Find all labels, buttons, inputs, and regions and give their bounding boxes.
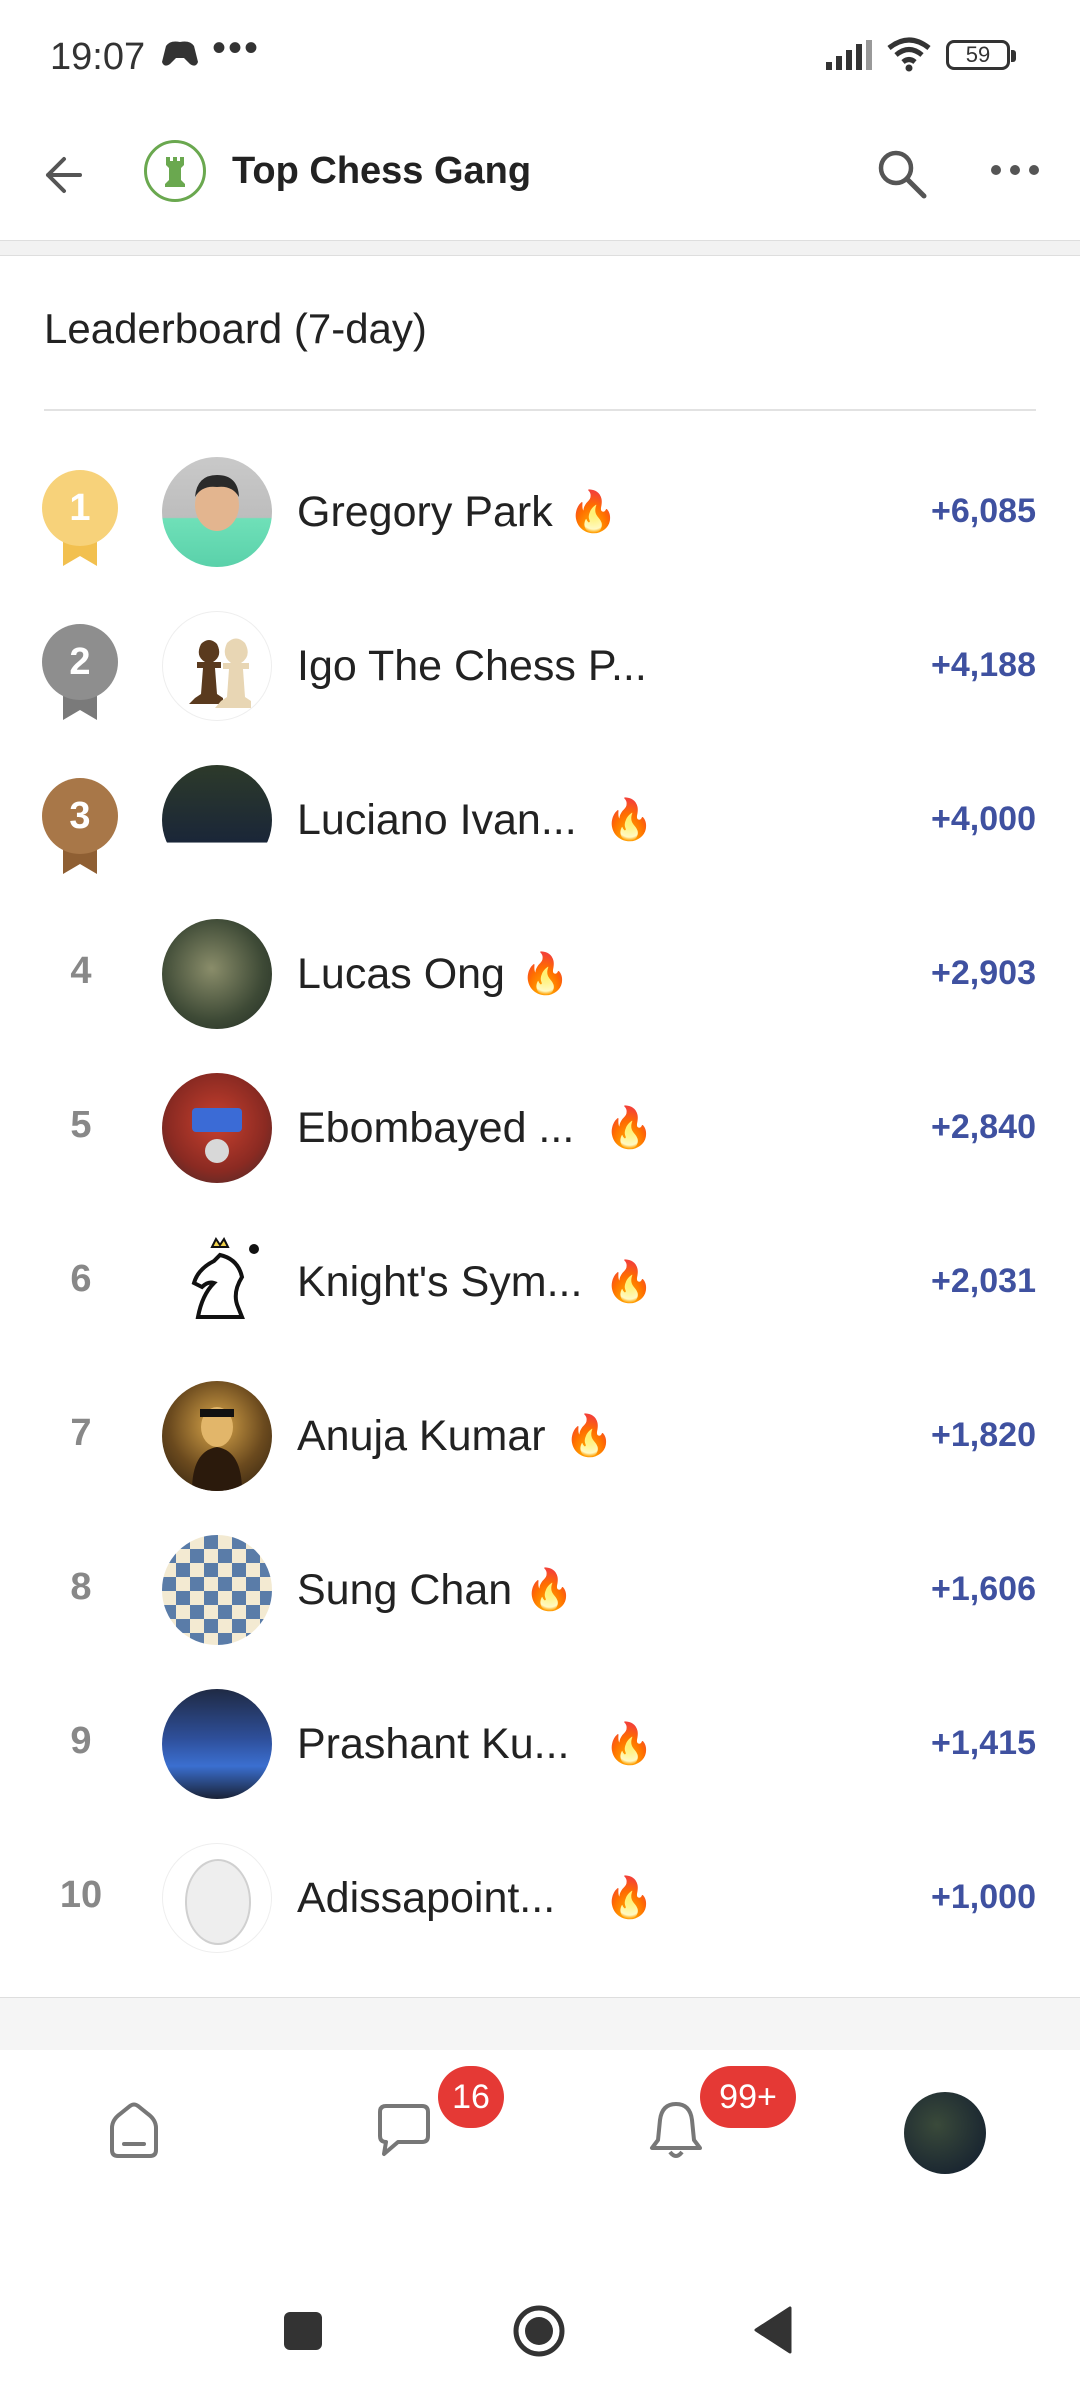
avatar[interactable]	[162, 1689, 272, 1799]
rank-number: 1	[42, 470, 118, 546]
rank-number: 5	[70, 1104, 92, 1146]
player-points: +2,903	[931, 954, 1036, 992]
gold-medal-icon: 1	[42, 470, 118, 566]
rank-number: 8	[70, 1566, 92, 1608]
wifi-icon	[887, 37, 931, 72]
player-name[interactable]: Igo The Chess P...	[297, 642, 647, 691]
leaderboard-row[interactable]: 4 Lucas Ong 🔥 +2,903	[0, 902, 1080, 1056]
rank-number: 6	[70, 1258, 92, 1300]
player-name[interactable]: Lucas Ong	[297, 950, 505, 999]
player-name[interactable]: Gregory Park	[297, 488, 553, 537]
avatar[interactable]	[162, 1227, 272, 1337]
status-more-dots: •••	[212, 26, 261, 70]
leaderboard-title: Leaderboard (7-day)	[44, 305, 427, 352]
player-points: +1,000	[931, 1878, 1036, 1916]
leaderboard-row[interactable]: 5 Ebombayed ... 🔥 +2,840	[0, 1056, 1080, 1210]
leaderboard-row[interactable]: 1 Gregory Park 🔥 +6,085	[0, 440, 1080, 594]
avatar[interactable]	[162, 1843, 272, 1953]
fire-streak-icon: 🔥	[604, 798, 654, 842]
leaderboard-list: 1 Gregory Park 🔥 +6,085 2 Igo The Chess …	[0, 440, 1080, 1980]
rank-number: 7	[70, 1412, 92, 1454]
leaderboard-row[interactable]: 10 Adissapoint... 🔥 +1,000	[0, 1826, 1080, 1980]
player-name[interactable]: Ebombayed ...	[297, 1104, 574, 1153]
back-arrow-icon[interactable]	[40, 145, 100, 205]
chess-rook-logo-icon	[165, 157, 185, 187]
status-time: 19:07	[50, 36, 146, 78]
player-name[interactable]: Anuja Kumar	[297, 1412, 546, 1461]
more-icon[interactable]	[990, 162, 1040, 178]
fire-streak-icon: 🔥	[604, 1722, 654, 1766]
bottom-nav: 16 99+	[0, 2050, 1080, 2250]
bronze-medal-icon: 3	[42, 778, 118, 874]
leaderboard-row[interactable]: 7 Anuja Kumar 🔥 +1,820	[0, 1364, 1080, 1518]
player-name[interactable]: Prashant Ku...	[297, 1720, 570, 1769]
status-bar: 19:07 ••• 59	[0, 0, 1080, 110]
player-points: +2,031	[931, 1262, 1036, 1300]
search-icon[interactable]	[874, 146, 930, 202]
chat-icon[interactable]	[372, 2102, 436, 2162]
player-name[interactable]: Sung Chan	[297, 1566, 512, 1615]
group-avatar[interactable]	[144, 140, 206, 202]
avatar[interactable]	[162, 919, 272, 1029]
player-points: +1,606	[931, 1570, 1036, 1608]
profile-avatar[interactable]	[904, 2092, 986, 2174]
avatar[interactable]	[162, 1073, 272, 1183]
home-icon[interactable]	[104, 2102, 164, 2162]
fire-streak-icon: 🔥	[604, 1260, 654, 1304]
player-points: +1,415	[931, 1724, 1036, 1762]
header-divider	[0, 240, 1080, 256]
battery-icon: 59	[946, 40, 1016, 70]
leaderboard-row[interactable]: 6 Knight's Sym... 🔥 +2,031	[0, 1210, 1080, 1364]
silver-medal-icon: 2	[42, 624, 118, 720]
fire-streak-icon: 🔥	[604, 1876, 654, 1920]
list-footer-divider	[0, 1997, 1080, 2051]
chat-badge: 16	[438, 2066, 504, 2128]
rank-number: 4	[70, 950, 92, 992]
signal-icon	[826, 40, 872, 70]
player-points: +4,188	[931, 646, 1036, 684]
avatar[interactable]	[162, 1535, 272, 1645]
notifications-badge: 99+	[700, 2066, 796, 2128]
avatar[interactable]	[162, 1381, 272, 1491]
fire-streak-icon: 🔥	[520, 952, 570, 996]
app-bar: Top Chess Gang	[0, 110, 1080, 240]
fire-streak-icon: 🔥	[604, 1106, 654, 1150]
player-name[interactable]: Adissapoint...	[297, 1874, 555, 1923]
avatar[interactable]	[162, 765, 272, 875]
player-name[interactable]: Knight's Sym...	[297, 1258, 582, 1307]
player-name[interactable]: Luciano Ivan...	[297, 796, 577, 845]
bell-icon[interactable]	[648, 2098, 704, 2162]
player-points: +2,840	[931, 1108, 1036, 1146]
leaderboard-row[interactable]: 3 Luciano Ivan... 🔥 +4,000	[0, 748, 1080, 902]
avatar[interactable]	[162, 457, 272, 567]
player-points: +1,820	[931, 1416, 1036, 1454]
rank-number: 3	[42, 778, 118, 854]
leaderboard-row[interactable]: 2 Igo The Chess P... +4,188	[0, 594, 1080, 748]
fire-streak-icon: 🔥	[568, 490, 618, 534]
rank-number: 10	[59, 1874, 103, 1916]
fire-streak-icon: 🔥	[524, 1568, 574, 1612]
leaderboard-divider	[44, 409, 1036, 411]
fire-streak-icon: 🔥	[564, 1414, 614, 1458]
rank-number: 9	[70, 1720, 92, 1762]
back-triangle-icon[interactable]	[752, 2306, 792, 2354]
group-title: Top Chess Gang	[232, 150, 532, 192]
leaderboard-row[interactable]: 8 Sung Chan 🔥 +1,606	[0, 1518, 1080, 1672]
player-points: +6,085	[931, 492, 1036, 530]
system-nav	[0, 2250, 1080, 2400]
rank-number: 2	[42, 624, 118, 700]
player-points: +4,000	[931, 800, 1036, 838]
gamepad-icon	[162, 41, 198, 66]
leaderboard-row[interactable]: 9 Prashant Ku... 🔥 +1,415	[0, 1672, 1080, 1826]
recents-icon[interactable]	[284, 2312, 322, 2350]
avatar[interactable]	[162, 611, 272, 721]
home-circle-icon[interactable]	[512, 2304, 566, 2358]
